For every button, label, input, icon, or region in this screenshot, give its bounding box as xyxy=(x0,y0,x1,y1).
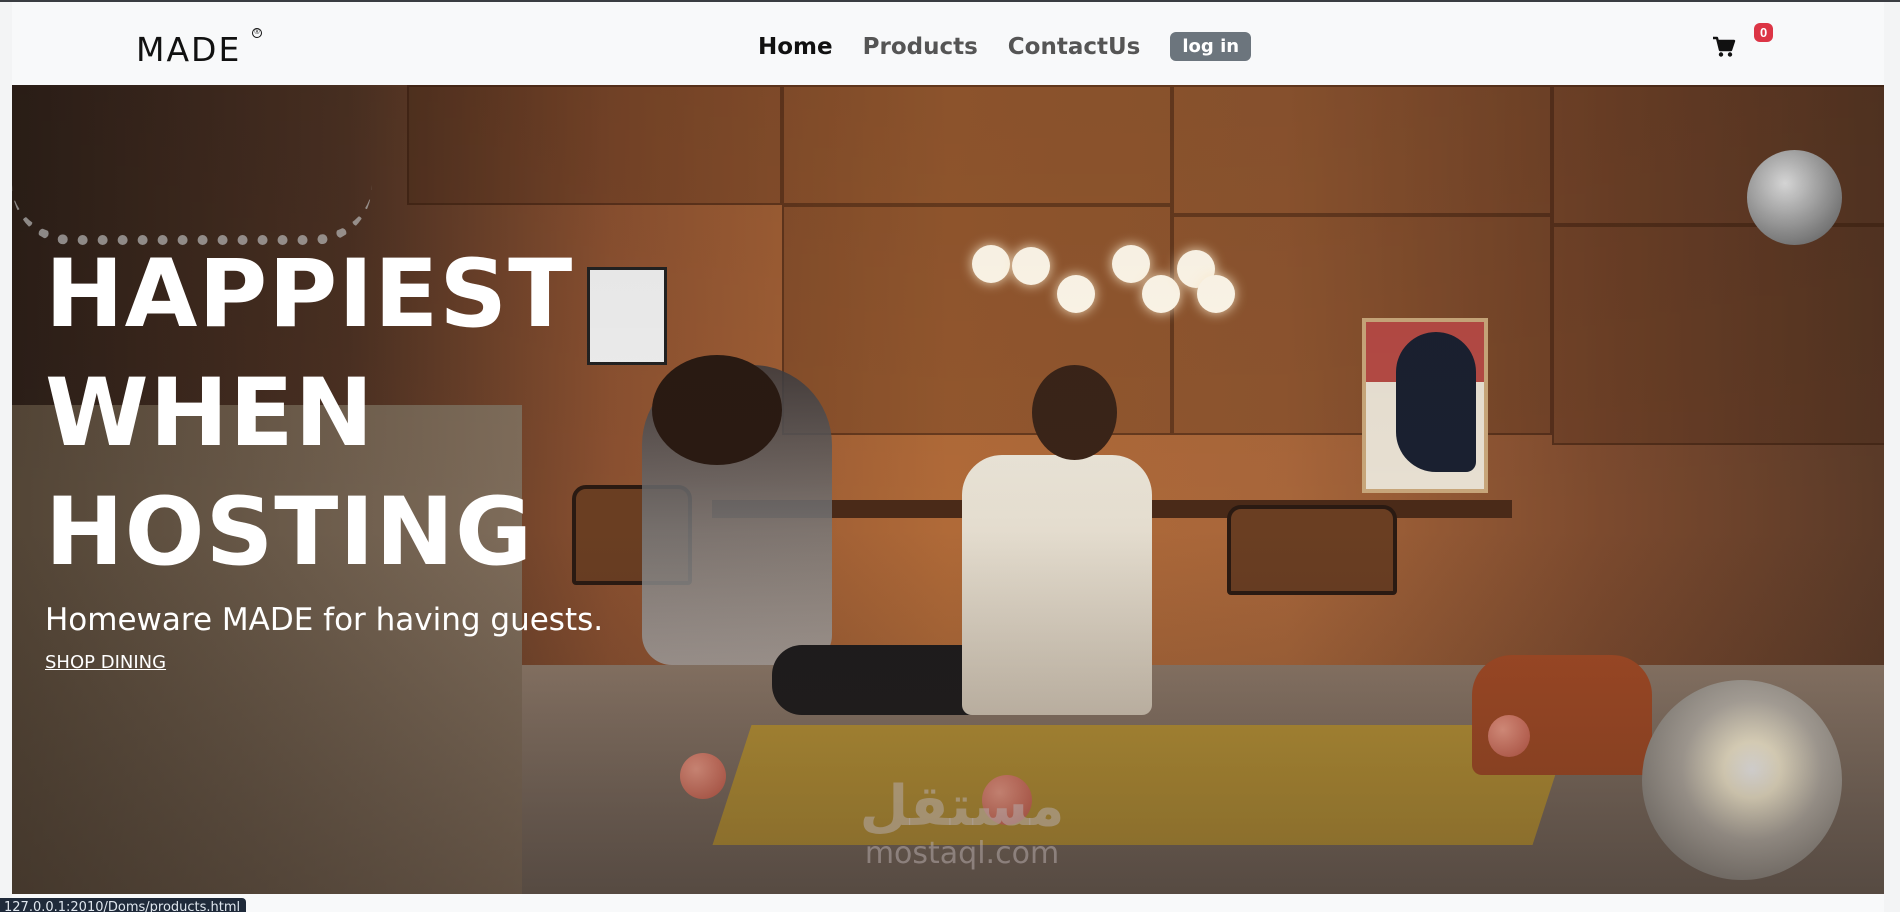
status-bar-url: 127.0.0.1:2010/Doms/products.html xyxy=(0,898,247,912)
nav-link-contactus[interactable]: ContactUs xyxy=(1008,34,1141,60)
shop-dining-link[interactable]: SHOP DINING xyxy=(45,652,166,673)
watermark-arabic: مستقل xyxy=(859,774,1065,839)
headline-line: WHEN xyxy=(45,359,375,468)
watermark-latin: mostaql.com xyxy=(864,836,1060,871)
hero-text: HAPPIEST WHEN HOSTING Homeware MADE for … xyxy=(45,235,603,673)
watermark: مستقل mostaql.com xyxy=(842,775,1082,869)
cart-icon xyxy=(1713,36,1736,57)
hero-subheading: Homeware MADE for having guests. xyxy=(45,602,604,638)
nav-link-products[interactable]: Products xyxy=(863,34,978,60)
registered-mark-icon: ® xyxy=(252,28,262,38)
nav-links: Home Products ContactUs log in xyxy=(758,32,1252,61)
headline-line: HAPPIEST xyxy=(45,240,574,349)
hero-headline: HAPPIEST WHEN HOSTING xyxy=(45,235,603,592)
browser-viewport: MADE ® Home Products ContactUs log in 0 xyxy=(12,2,1884,912)
headline-line: HOSTING xyxy=(45,478,534,587)
hero-banner: HAPPIEST WHEN HOSTING Homeware MADE for … xyxy=(12,85,1884,894)
cart-button[interactable]: 0 xyxy=(1712,23,1774,62)
login-button[interactable]: log in xyxy=(1170,32,1252,61)
cart-count-badge: 0 xyxy=(1754,23,1774,42)
brand-logo[interactable]: MADE xyxy=(136,30,241,69)
navbar: MADE ® Home Products ContactUs log in 0 xyxy=(12,2,1884,85)
page-bottom-strip xyxy=(12,894,1884,912)
nav-link-home[interactable]: Home xyxy=(758,34,833,60)
